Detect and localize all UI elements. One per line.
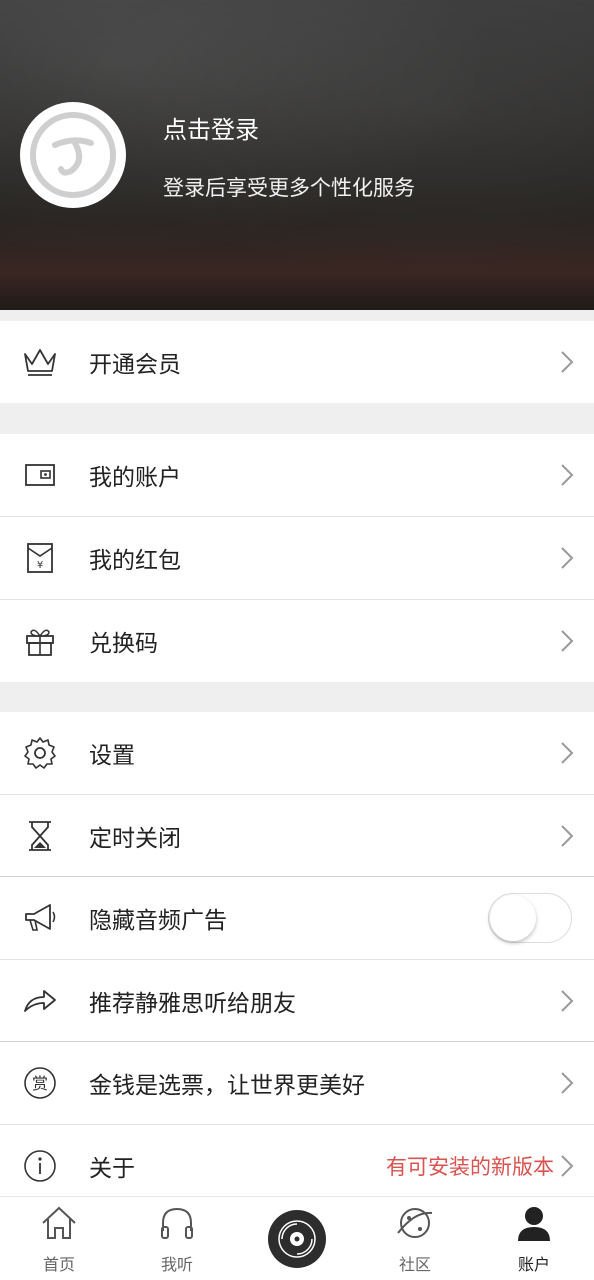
chevron-right-icon	[560, 1071, 574, 1095]
chevron-right-icon	[560, 824, 574, 848]
menu-label: 关于	[89, 1156, 135, 1182]
section-gap	[0, 682, 594, 712]
login-subtitle: 登录后享受更多个性化服务	[163, 176, 415, 200]
tab-label: 我听	[160, 1255, 193, 1274]
planet-icon	[395, 1203, 435, 1243]
menu-item-redeem-code[interactable]: 兑换码	[0, 600, 594, 682]
menu-label: 隐藏音频广告	[89, 908, 227, 934]
tab-home[interactable]: 首页	[0, 1197, 118, 1280]
menu-item-account[interactable]: 我的账户	[0, 434, 594, 516]
menu-item-sleep-timer[interactable]: 定时关闭	[0, 795, 594, 877]
home-icon	[39, 1203, 79, 1243]
avatar[interactable]	[20, 102, 126, 208]
tab-label: 账户	[517, 1255, 550, 1274]
menu-item-recommend[interactable]: 推荐静雅思听给朋友	[0, 960, 594, 1042]
svg-text:¥: ¥	[37, 560, 43, 571]
section-gap	[0, 403, 594, 434]
toggle-knob	[490, 895, 536, 941]
headphones-icon	[157, 1203, 197, 1243]
megaphone-icon	[22, 900, 58, 936]
menu-item-vip[interactable]: 开通会员	[0, 321, 594, 403]
menu-label: 开通会员	[89, 352, 181, 378]
chevron-right-icon	[560, 350, 574, 374]
menu-label: 设置	[89, 743, 135, 769]
tab-label: 社区	[398, 1255, 431, 1274]
chevron-right-icon	[560, 546, 574, 570]
new-version-badge: 有可安装的新版本	[386, 1155, 554, 1179]
chevron-right-icon	[560, 463, 574, 487]
share-arrow-icon	[22, 983, 58, 1019]
menu-item-red-packet[interactable]: ¥ 我的红包	[0, 517, 594, 599]
vinyl-disc-icon	[270, 1212, 324, 1266]
crown-icon	[22, 344, 58, 380]
info-icon	[22, 1148, 58, 1184]
menu-label: 定时关闭	[89, 826, 181, 852]
menu-label: 我的账户	[89, 465, 181, 491]
tab-community[interactable]: 社区	[356, 1197, 474, 1280]
now-playing-button[interactable]	[268, 1210, 326, 1268]
svg-text:赏: 赏	[32, 1074, 48, 1093]
red-envelope-icon: ¥	[22, 540, 58, 576]
tab-account[interactable]: 账户	[475, 1197, 593, 1280]
gift-icon	[22, 623, 58, 659]
menu-item-hide-audio-ads: 隐藏音频广告	[0, 877, 594, 959]
login-title[interactable]: 点击登录	[163, 110, 259, 145]
section-gap	[0, 310, 594, 321]
tab-label: 首页	[42, 1255, 75, 1274]
app-logo-icon	[30, 112, 116, 198]
hourglass-icon	[22, 818, 58, 854]
profile-header[interactable]: 点击登录 登录后享受更多个性化服务	[0, 0, 594, 310]
chevron-right-icon	[560, 629, 574, 653]
hide-ads-toggle[interactable]	[488, 893, 572, 943]
menu-item-settings[interactable]: 设置	[0, 712, 594, 794]
menu-label: 我的红包	[89, 548, 181, 574]
gear-icon	[22, 735, 58, 771]
chevron-right-icon	[560, 989, 574, 1013]
menu-item-about[interactable]: 关于 有可安装的新版本	[0, 1125, 594, 1207]
menu-label: 金钱是选票，让世界更美好	[89, 1073, 365, 1099]
menu-label: 兑换码	[89, 631, 158, 657]
reward-icon: 赏	[22, 1065, 58, 1101]
chevron-right-icon	[560, 1154, 574, 1178]
chevron-right-icon	[560, 741, 574, 765]
menu-item-reward[interactable]: 赏 金钱是选票，让世界更美好	[0, 1042, 594, 1124]
menu-label: 推荐静雅思听给朋友	[89, 991, 296, 1017]
tab-listen[interactable]: 我听	[118, 1197, 236, 1280]
user-icon	[514, 1203, 554, 1243]
wallet-icon	[22, 457, 58, 493]
